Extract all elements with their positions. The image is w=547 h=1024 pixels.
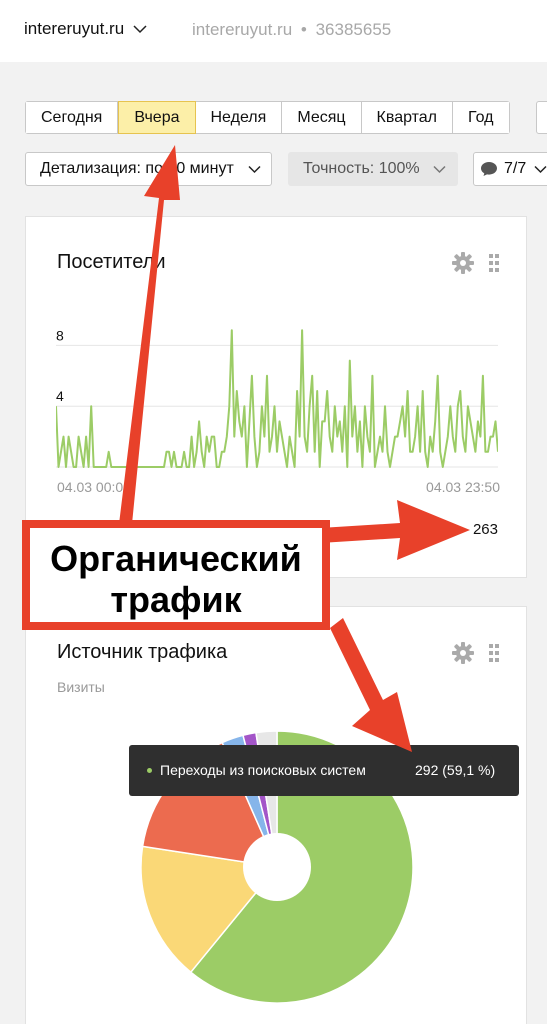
tab-month[interactable]: Месяц <box>282 102 362 133</box>
period-tabs: Сегодня Вчера Неделя Месяц Квартал Год <box>25 101 510 134</box>
annotation-text: Органический трафик <box>30 538 322 620</box>
header: intereruyut.ru intereruyut.ru • 36385655 <box>0 0 547 62</box>
pie-center-hole <box>243 833 311 901</box>
separator: • <box>300 20 307 39</box>
annotation-box: Органический трафик <box>22 520 330 630</box>
tab-year[interactable]: Год <box>453 102 509 133</box>
pie-tooltip: Переходы из поисковых систем 292 (59,1 %… <box>129 745 519 796</box>
detail-dropdown[interactable]: Детализация: по 10 минут <box>25 152 272 186</box>
visitors-card-title: Посетители <box>57 251 166 273</box>
traffic-card-controls <box>452 642 500 664</box>
chevron-down-icon <box>248 165 261 174</box>
traffic-card-subtitle: Визиты <box>57 679 105 695</box>
site-selector-label: intereruyut.ru <box>24 19 125 38</box>
tab-yesterday[interactable]: Вчера <box>118 101 196 134</box>
counter-id: 36385655 <box>315 20 392 39</box>
legend-dot <box>147 768 152 773</box>
segments-dropdown-label: 7/7 <box>504 160 527 177</box>
visitors-card-controls <box>452 252 500 274</box>
tooltip-value: 292 (59,1 %) <box>415 762 496 778</box>
custom-period-button[interactable] <box>536 101 547 134</box>
site-name: intereruyut.ru <box>192 20 293 39</box>
series-line <box>56 329 498 468</box>
y-tick-label: 8 <box>56 327 64 343</box>
chevron-down-icon <box>133 25 147 34</box>
annotation-line-2: трафик <box>110 579 242 620</box>
x-axis-start-label: 04.03 00:00 <box>57 479 131 495</box>
chevron-down-icon <box>534 165 547 174</box>
tab-quarter[interactable]: Квартал <box>361 102 454 133</box>
visitors-total: 263 <box>472 521 498 538</box>
annotation-line-1: Органический <box>50 538 302 579</box>
comment-bubble-icon <box>481 162 497 176</box>
accuracy-dropdown-label: Точность: 100% <box>303 160 420 177</box>
drag-handle-icon[interactable] <box>488 253 500 273</box>
segments-dropdown[interactable]: 7/7 <box>473 152 547 186</box>
gear-icon[interactable] <box>452 252 474 274</box>
y-tick-label: 4 <box>56 388 64 404</box>
accuracy-dropdown[interactable]: Точность: 100% <box>288 152 458 186</box>
site-info: intereruyut.ru • 36385655 <box>192 20 391 40</box>
traffic-card-title: Источник трафика <box>57 641 228 663</box>
site-selector[interactable]: intereruyut.ru <box>24 19 147 39</box>
detail-dropdown-label: Детализация: по 10 минут <box>40 160 234 177</box>
visitors-line-chart: 48 <box>56 327 498 468</box>
chevron-down-icon <box>433 165 446 174</box>
gear-icon[interactable] <box>452 642 474 664</box>
tab-today[interactable]: Сегодня <box>26 102 119 133</box>
drag-handle-icon[interactable] <box>488 643 500 663</box>
tooltip-label: Переходы из поисковых систем <box>160 762 366 778</box>
tab-week[interactable]: Неделя <box>195 102 283 133</box>
x-axis-end-label: 04.03 23:50 <box>426 479 500 495</box>
